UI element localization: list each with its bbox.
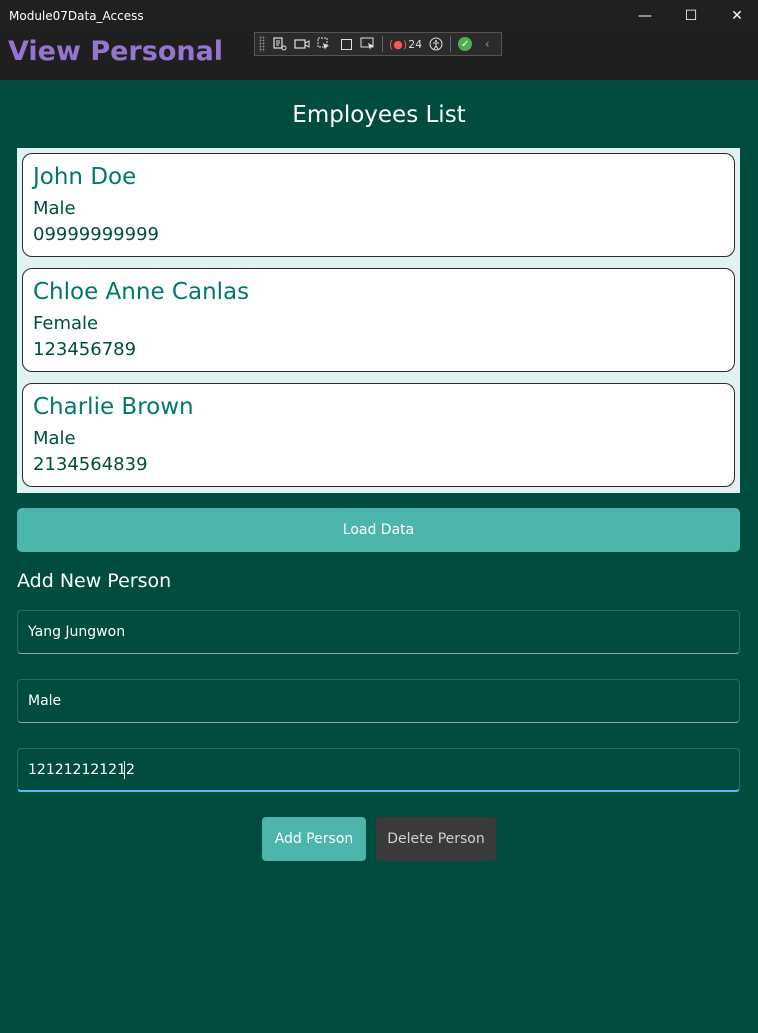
gender-field[interactable]: [17, 679, 740, 723]
gender-input[interactable]: [28, 680, 728, 722]
employees-list[interactable]: John Doe Male 09999999999 Chloe Anne Can…: [17, 148, 740, 493]
load-data-button[interactable]: Load Data: [17, 508, 740, 552]
list-item[interactable]: Chloe Anne Canlas Female 123456789: [22, 268, 735, 372]
add-person-button[interactable]: Add Person: [262, 817, 366, 861]
accessibility-icon[interactable]: [425, 34, 447, 54]
employee-name: Charlie Brown: [33, 394, 194, 420]
window-titlebar: Module07Data_Access — ☐ ✕: [0, 0, 758, 32]
employee-phone: 123456789: [33, 339, 137, 360]
layout-adorners-icon[interactable]: [335, 34, 357, 54]
close-icon: ✕: [731, 8, 743, 24]
navigation-header: View Personal (●) 24 ✓ ‹: [0, 32, 758, 80]
minimize-icon: —: [638, 8, 652, 24]
list-item[interactable]: John Doe Male 09999999999: [22, 153, 735, 257]
maximize-button[interactable]: ☐: [668, 0, 714, 32]
employee-gender: Male: [33, 198, 76, 219]
live-visual-tree-icon[interactable]: [269, 34, 291, 54]
name-input[interactable]: [28, 611, 728, 653]
page-title: View Personal: [8, 36, 224, 67]
employee-gender: Male: [33, 428, 76, 449]
phone-field[interactable]: [17, 748, 740, 792]
employee-phone: 09999999999: [33, 224, 159, 245]
delete-person-button[interactable]: Delete Person: [376, 817, 496, 861]
text-caret: [124, 761, 125, 779]
track-focus-icon[interactable]: [357, 34, 379, 54]
phone-input[interactable]: [28, 749, 728, 791]
toolbar-grip-icon[interactable]: [259, 36, 265, 52]
employee-gender: Female: [33, 313, 99, 334]
minimize-button[interactable]: —: [622, 0, 668, 32]
maximize-icon: ☐: [684, 8, 698, 24]
name-field[interactable]: [17, 610, 740, 654]
chevron-left-icon[interactable]: ‹: [476, 34, 498, 54]
window-title: Module07Data_Access: [9, 9, 144, 23]
binding-failures-count: 24: [408, 37, 423, 51]
employee-name: John Doe: [33, 164, 137, 190]
employee-phone: 2134564839: [33, 454, 148, 475]
binding-failures-indicator[interactable]: (●) 24: [389, 38, 422, 51]
toolbar-separator: [450, 36, 452, 52]
add-person-title: Add New Person: [17, 570, 172, 592]
list-item[interactable]: Charlie Brown Male 2134564839: [22, 383, 735, 487]
binding-failure-icon: (●): [389, 37, 408, 51]
employees-list-title: Employees List: [292, 102, 466, 128]
select-element-icon[interactable]: [313, 34, 335, 54]
toolbar-separator: [382, 36, 383, 52]
checkmark-icon[interactable]: ✓: [458, 37, 473, 51]
close-button[interactable]: ✕: [714, 0, 758, 32]
employee-name: Chloe Anne Canlas: [33, 279, 250, 305]
video-camera-icon[interactable]: [291, 34, 313, 54]
debug-toolbar: (●) 24 ✓ ‹: [254, 32, 502, 56]
